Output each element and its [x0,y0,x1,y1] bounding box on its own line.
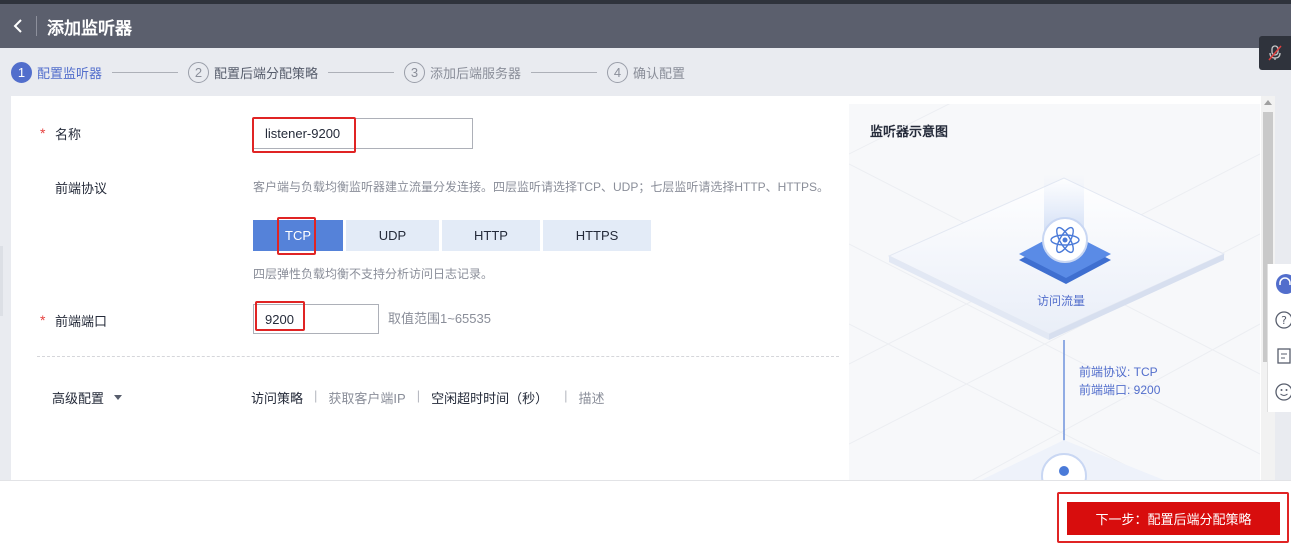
client-ip-link[interactable]: 获取客户端IP [328,388,405,407]
advanced-config-summary: 访问策略 | 获取客户端IP | 空闲超时时间（秒） | 描述 [251,388,605,407]
step-connector [531,71,598,73]
protocol-option-http[interactable]: HTTP [442,220,540,251]
step-number: 4 [607,61,629,83]
separator: | [314,388,318,403]
next-step-button[interactable]: 下一步：配置后端分配策略 [1067,502,1280,535]
back-button[interactable] [0,4,36,48]
scroll-up-arrow-icon[interactable] [1264,100,1272,105]
separator: | [564,388,568,403]
caret-down-icon [114,395,123,400]
step-2[interactable]: 2 配置后端分配策略 [188,61,319,83]
diagram-port-text: 前端端口: 9200 [1079,383,1161,397]
port-range-hint: 取值范围1~65535 [388,311,491,326]
advanced-config-label: 高级配置 [52,391,105,406]
step-4[interactable]: 4 确认配置 [607,61,686,83]
protocol-selector: TCP UDP HTTP HTTPS [253,220,654,251]
feedback-edit-icon[interactable] [1272,346,1291,366]
port-input-value: 9200 [265,311,294,327]
protocol-option-tcp[interactable]: TCP [253,220,343,251]
name-label: 名称 [55,127,82,142]
step-connector [328,71,395,73]
step-number: 3 [404,61,426,83]
wizard-steps: 1 配置监听器 2 配置后端分配策略 3 添加后端服务器 4 确认配置 [0,48,1291,96]
svg-text:?: ? [1281,314,1287,327]
protocol-option-udp[interactable]: UDP [346,220,439,251]
diagram-protocol-text: 前端协议: TCP [1079,365,1158,379]
step-label: 添加后端服务器 [430,65,522,81]
advanced-config-toggle[interactable]: 高级配置 [52,388,123,407]
listener-diagram: 监听器示意图 访问流量 前端协议: TCP 前端端口: 9200 [849,104,1260,486]
step-1[interactable]: 1 配置监听器 [11,61,103,83]
page-header: 添加监听器 [0,4,1291,48]
help-toolbar: ? [1267,264,1291,412]
step-label: 配置监听器 [37,65,103,81]
step-number: 1 [11,61,32,83]
access-policy-link[interactable]: 访问策略 [251,388,303,407]
step-connector [112,71,179,73]
section-divider [37,356,839,357]
required-mark: * [40,125,46,141]
port-input[interactable]: 9200 [253,304,379,334]
required-mark: * [40,312,46,328]
headset-icon[interactable] [1272,274,1291,294]
name-input-value: listener-9200 [265,126,341,141]
protocol-option-https[interactable]: HTTPS [543,220,651,251]
smile-icon[interactable] [1272,382,1291,402]
port-label: 前端端口 [55,314,108,329]
step-3[interactable]: 3 添加后端服务器 [404,61,522,83]
header-divider [36,16,37,36]
side-collapse-tab[interactable] [0,246,3,316]
chevron-left-icon [13,19,22,33]
protocol-hint: 客户端与负载均衡监听器建立流量分发连接。四层监听请选择TCP、UDP；七层监听请… [253,180,830,194]
page-title: 添加监听器 [47,18,132,38]
step-label: 确认配置 [633,65,686,81]
protocol-note: 四层弹性负载均衡不支持分析访问日志记录。 [253,267,494,281]
protocol-label: 前端协议 [55,181,108,196]
step-label: 配置后端分配策略 [214,65,319,81]
step-number: 2 [188,61,210,83]
idle-timeout-link[interactable]: 空闲超时时间（秒） [431,388,548,407]
description-link[interactable]: 描述 [579,388,605,407]
separator: | [416,388,421,403]
question-icon[interactable]: ? [1272,310,1291,330]
name-input[interactable]: listener-9200 [253,118,473,149]
diagram-node-label: 访问流量 [1037,294,1086,308]
